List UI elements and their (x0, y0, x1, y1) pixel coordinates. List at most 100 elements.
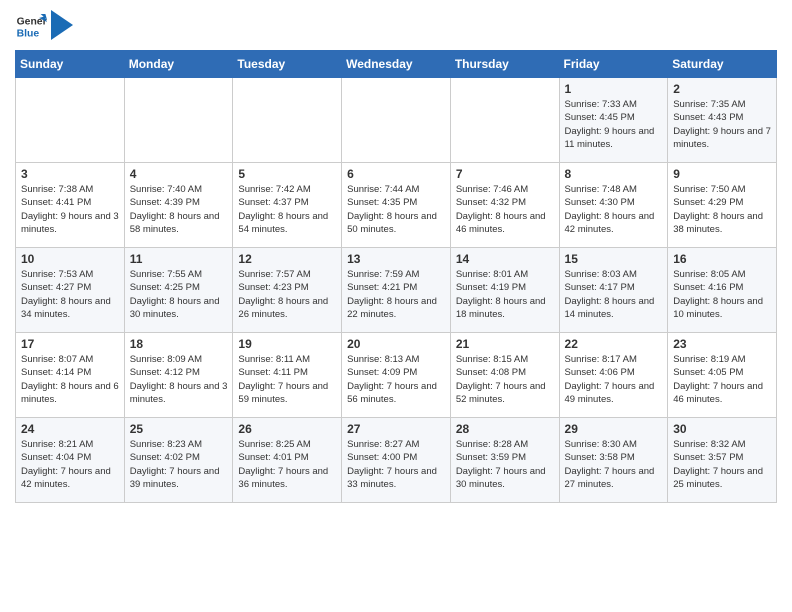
calendar-cell: 24Sunrise: 8:21 AMSunset: 4:04 PMDayligh… (16, 418, 125, 503)
calendar-header-row: SundayMondayTuesdayWednesdayThursdayFrid… (16, 51, 777, 78)
calendar-cell: 22 Sunrise: 8:17 AMSunset: 4:06 PMDayligh… (559, 333, 668, 418)
calendar-cell: 23Sunrise: 8:19 AMSunset: 4:05 PMDayligh… (668, 333, 777, 418)
calendar-cell: 26Sunrise: 8:25 AMSunset: 4:01 PMDayligh… (233, 418, 342, 503)
day-number: 11 (130, 252, 228, 266)
day-number: 15 (565, 252, 663, 266)
day-info: Sunrise: 8:05 AMSunset: 4:16 PMDaylight:… (673, 268, 771, 321)
day-number: 27 (347, 422, 445, 436)
calendar-cell: 25 Sunrise: 8:23 AMSunset: 4:02 PMDayligh… (124, 418, 233, 503)
logo-icon: General Blue (15, 10, 47, 42)
calendar-cell: 27 Sunrise: 8:27 AMSunset: 4:00 PMDayligh… (342, 418, 451, 503)
day-number: 7 (456, 167, 554, 181)
calendar-week-row: 3 Sunrise: 7:38 AMSunset: 4:41 PMDaylight… (16, 163, 777, 248)
calendar-week-row: 10Sunrise: 7:53 AMSunset: 4:27 PMDayligh… (16, 248, 777, 333)
calendar-cell (16, 78, 125, 163)
day-info: Sunrise: 7:40 AMSunset: 4:39 PMDaylight:… (130, 183, 228, 236)
day-info: Sunrise: 8:32 AMSunset: 3:57 PMDaylight:… (673, 438, 771, 491)
day-info: Sunrise: 8:23 AMSunset: 4:02 PMDaylight:… (130, 438, 228, 491)
day-number: 8 (565, 167, 663, 181)
calendar-cell: 2 Sunrise: 7:35 AMSunset: 4:43 PMDaylight… (668, 78, 777, 163)
day-number: 29 (565, 422, 663, 436)
calendar-cell: 5 Sunrise: 7:42 AMSunset: 4:37 PMDaylight… (233, 163, 342, 248)
day-number: 2 (673, 82, 771, 96)
calendar-cell (342, 78, 451, 163)
day-number: 25 (130, 422, 228, 436)
logo: General Blue (15, 10, 73, 42)
calendar-cell: 30 Sunrise: 8:32 AMSunset: 3:57 PMDayligh… (668, 418, 777, 503)
calendar-cell: 29 Sunrise: 8:30 AMSunset: 3:58 PMDayligh… (559, 418, 668, 503)
calendar-week-row: 24Sunrise: 8:21 AMSunset: 4:04 PMDayligh… (16, 418, 777, 503)
calendar-cell: 15 Sunrise: 8:03 AMSunset: 4:17 PMDayligh… (559, 248, 668, 333)
day-info: Sunrise: 7:59 AMSunset: 4:21 PMDaylight:… (347, 268, 445, 321)
day-number: 18 (130, 337, 228, 351)
day-number: 13 (347, 252, 445, 266)
day-number: 3 (21, 167, 119, 181)
day-number: 20 (347, 337, 445, 351)
day-info: Sunrise: 8:27 AMSunset: 4:00 PMDaylight:… (347, 438, 445, 491)
day-info: Sunrise: 7:35 AMSunset: 4:43 PMDaylight:… (673, 98, 771, 151)
day-info: Sunrise: 7:57 AMSunset: 4:23 PMDaylight:… (238, 268, 336, 321)
day-number: 30 (673, 422, 771, 436)
day-number: 10 (21, 252, 119, 266)
day-info: Sunrise: 7:44 AMSunset: 4:35 PMDaylight:… (347, 183, 445, 236)
calendar-cell: 7 Sunrise: 7:46 AMSunset: 4:32 PMDaylight… (450, 163, 559, 248)
day-info: Sunrise: 8:07 AMSunset: 4:14 PMDaylight:… (21, 353, 119, 406)
day-info: Sunrise: 8:11 AMSunset: 4:11 PMDaylight:… (238, 353, 336, 406)
calendar-header-monday: Monday (124, 51, 233, 78)
calendar-cell: 20 Sunrise: 8:13 AMSunset: 4:09 PMDayligh… (342, 333, 451, 418)
day-info: Sunrise: 8:09 AMSunset: 4:12 PMDaylight:… (130, 353, 228, 406)
calendar-cell (124, 78, 233, 163)
day-info: Sunrise: 8:15 AMSunset: 4:08 PMDaylight:… (456, 353, 554, 406)
day-number: 12 (238, 252, 336, 266)
day-number: 1 (565, 82, 663, 96)
day-info: Sunrise: 7:46 AMSunset: 4:32 PMDaylight:… (456, 183, 554, 236)
day-info: Sunrise: 7:55 AMSunset: 4:25 PMDaylight:… (130, 268, 228, 321)
day-info: Sunrise: 8:28 AMSunset: 3:59 PMDaylight:… (456, 438, 554, 491)
calendar-cell (450, 78, 559, 163)
calendar-cell: 10Sunrise: 7:53 AMSunset: 4:27 PMDayligh… (16, 248, 125, 333)
day-info: Sunrise: 7:42 AMSunset: 4:37 PMDaylight:… (238, 183, 336, 236)
day-number: 24 (21, 422, 119, 436)
day-number: 28 (456, 422, 554, 436)
calendar-cell: 6 Sunrise: 7:44 AMSunset: 4:35 PMDaylight… (342, 163, 451, 248)
day-info: Sunrise: 8:01 AMSunset: 4:19 PMDaylight:… (456, 268, 554, 321)
day-number: 4 (130, 167, 228, 181)
calendar-cell: 1Sunrise: 7:33 AMSunset: 4:45 PMDaylight… (559, 78, 668, 163)
calendar-header-wednesday: Wednesday (342, 51, 451, 78)
day-info: Sunrise: 7:38 AMSunset: 4:41 PMDaylight:… (21, 183, 119, 236)
calendar-week-row: 1Sunrise: 7:33 AMSunset: 4:45 PMDaylight… (16, 78, 777, 163)
calendar-cell: 17 Sunrise: 8:07 AMSunset: 4:14 PMDayligh… (16, 333, 125, 418)
day-info: Sunrise: 8:30 AMSunset: 3:58 PMDaylight:… (565, 438, 663, 491)
calendar-header-saturday: Saturday (668, 51, 777, 78)
day-info: Sunrise: 8:03 AMSunset: 4:17 PMDaylight:… (565, 268, 663, 321)
calendar-header-sunday: Sunday (16, 51, 125, 78)
day-info: Sunrise: 8:17 AMSunset: 4:06 PMDaylight:… (565, 353, 663, 406)
day-info: Sunrise: 8:19 AMSunset: 4:05 PMDaylight:… (673, 353, 771, 406)
calendar-cell: 3 Sunrise: 7:38 AMSunset: 4:41 PMDaylight… (16, 163, 125, 248)
day-number: 19 (238, 337, 336, 351)
calendar-cell: 14 Sunrise: 8:01 AMSunset: 4:19 PMDayligh… (450, 248, 559, 333)
day-number: 14 (456, 252, 554, 266)
page-header: General Blue (15, 10, 777, 42)
calendar-header-thursday: Thursday (450, 51, 559, 78)
day-number: 6 (347, 167, 445, 181)
calendar-cell: 19 Sunrise: 8:11 AMSunset: 4:11 PMDayligh… (233, 333, 342, 418)
day-number: 5 (238, 167, 336, 181)
calendar-table: SundayMondayTuesdayWednesdayThursdayFrid… (15, 50, 777, 503)
calendar-cell: 9Sunrise: 7:50 AMSunset: 4:29 PMDaylight… (668, 163, 777, 248)
day-number: 16 (673, 252, 771, 266)
calendar-cell: 12 Sunrise: 7:57 AMSunset: 4:23 PMDayligh… (233, 248, 342, 333)
day-info: Sunrise: 7:50 AMSunset: 4:29 PMDaylight:… (673, 183, 771, 236)
day-info: Sunrise: 8:25 AMSunset: 4:01 PMDaylight:… (238, 438, 336, 491)
calendar-cell: 11 Sunrise: 7:55 AMSunset: 4:25 PMDayligh… (124, 248, 233, 333)
day-number: 17 (21, 337, 119, 351)
calendar-cell: 21Sunrise: 8:15 AMSunset: 4:08 PMDayligh… (450, 333, 559, 418)
calendar-cell: 13 Sunrise: 7:59 AMSunset: 4:21 PMDayligh… (342, 248, 451, 333)
day-info: Sunrise: 7:48 AMSunset: 4:30 PMDaylight:… (565, 183, 663, 236)
calendar-cell: 16 Sunrise: 8:05 AMSunset: 4:16 PMDayligh… (668, 248, 777, 333)
calendar-header-tuesday: Tuesday (233, 51, 342, 78)
calendar-week-row: 17 Sunrise: 8:07 AMSunset: 4:14 PMDayligh… (16, 333, 777, 418)
calendar-cell (233, 78, 342, 163)
day-number: 22 (565, 337, 663, 351)
day-info: Sunrise: 8:13 AMSunset: 4:09 PMDaylight:… (347, 353, 445, 406)
